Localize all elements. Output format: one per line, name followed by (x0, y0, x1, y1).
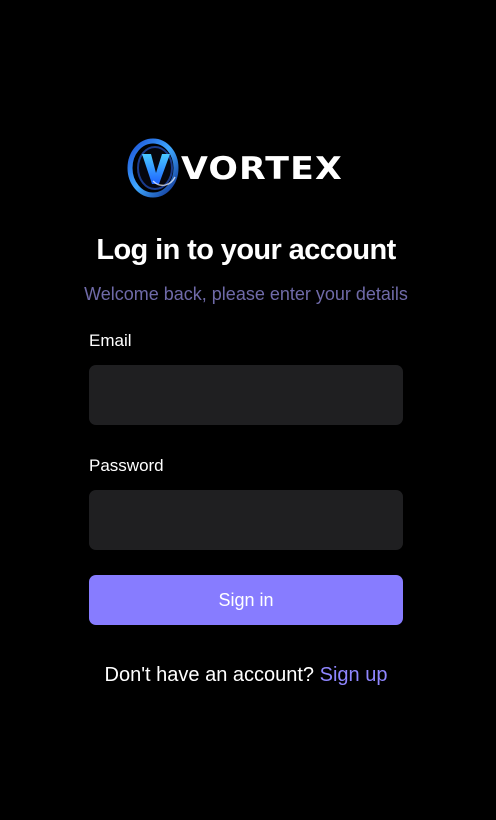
brand-name: VORTEX (181, 150, 343, 187)
signup-prompt: Don't have an account? Sign up (59, 663, 433, 687)
email-input[interactable] (89, 365, 403, 425)
password-input[interactable] (89, 490, 403, 550)
sign-in-button[interactable]: Sign in (89, 575, 403, 625)
vortex-logo-icon (127, 138, 179, 198)
page-subtitle: Welcome back, please enter your details (84, 284, 408, 304)
sign-up-link[interactable]: Sign up (320, 664, 388, 686)
no-account-text: Don't have an account? (104, 664, 315, 686)
email-label: Email (89, 331, 132, 350)
password-label: Password (89, 456, 164, 475)
vortex-logo: VORTEX (127, 137, 367, 201)
page-title: Log in to your account (96, 234, 396, 266)
